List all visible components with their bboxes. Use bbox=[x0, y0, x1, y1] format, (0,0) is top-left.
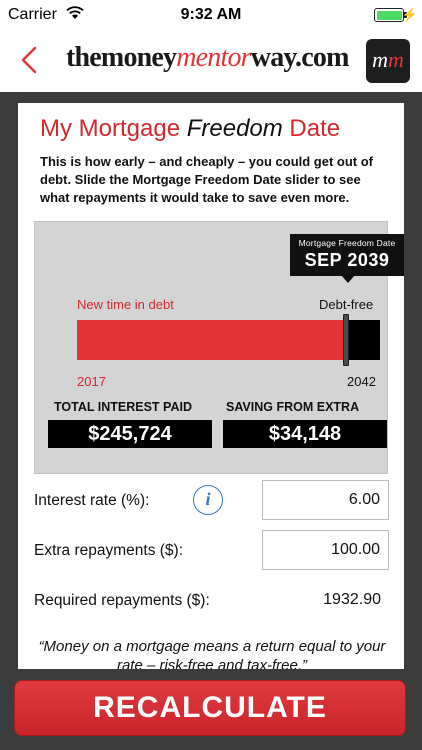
logo-part-2: mentor bbox=[176, 42, 251, 73]
saving-value: $34,148 bbox=[223, 420, 387, 448]
total-interest-label: TOTAL INTEREST PAID bbox=[54, 400, 192, 414]
status-bar: Carrier 9:32 AM ⚡ bbox=[0, 0, 422, 30]
badge-letter-2: m bbox=[388, 47, 404, 72]
title-part-1: My Mortgage bbox=[40, 115, 187, 142]
freedom-date-tooltip: Mortgage Freedom Date SEP 2039 bbox=[290, 234, 404, 276]
debt-free-label: Debt-free bbox=[319, 297, 374, 312]
required-repayments-label: Required repayments ($): bbox=[34, 592, 210, 609]
required-repayments-value: 1932.90 bbox=[323, 591, 381, 608]
total-interest-value: $245,724 bbox=[48, 420, 212, 448]
logo-part-3: way.com bbox=[250, 42, 350, 73]
clock: 9:32 AM bbox=[180, 6, 242, 23]
charging-icon: ⚡ bbox=[401, 7, 418, 22]
extra-repayments-label: Extra repayments ($): bbox=[34, 542, 184, 559]
intro-text: This is how early – and cheaply – you co… bbox=[40, 154, 374, 205]
logo-part-1: themoney bbox=[66, 42, 177, 73]
timeline-panel: Mortgage Freedom Date SEP 2039 New time … bbox=[34, 221, 404, 474]
chevron-left-icon bbox=[21, 46, 37, 74]
time-in-debt-fill bbox=[77, 320, 346, 360]
quote-text: “Money on a mortgage means a return equa… bbox=[38, 638, 386, 669]
interest-rate-label: Interest rate (%): bbox=[34, 492, 150, 509]
title-part-2: Freedom bbox=[186, 115, 283, 142]
extra-repayments-input[interactable] bbox=[262, 530, 389, 570]
freedom-date-card: My Mortgage Freedom Date This is how ear… bbox=[18, 103, 404, 669]
slider-handle[interactable] bbox=[343, 314, 349, 366]
tooltip-caption: Mortgage Freedom Date bbox=[298, 238, 396, 248]
title-part-3: Date bbox=[282, 115, 341, 142]
recalculate-button[interactable]: RECALCULATE bbox=[14, 680, 406, 736]
brand-badge: mm bbox=[366, 39, 410, 83]
nav-bar: themoneymentorway.com mm bbox=[0, 30, 422, 92]
interest-rate-input[interactable] bbox=[262, 480, 389, 520]
saving-label: SAVING FROM EXTRA bbox=[226, 400, 360, 414]
freedom-date-value: SEP 2039 bbox=[304, 250, 390, 270]
page-title: My Mortgage Freedom Date bbox=[40, 115, 340, 143]
end-year: 2042 bbox=[347, 374, 376, 389]
battery-icon bbox=[374, 8, 404, 22]
back-button[interactable] bbox=[16, 42, 46, 78]
badge-letter-1: m bbox=[372, 47, 388, 72]
start-year: 2017 bbox=[77, 374, 106, 389]
new-time-label: New time in debt bbox=[77, 297, 174, 312]
info-icon[interactable]: i bbox=[193, 485, 223, 515]
tooltip-arrow bbox=[341, 275, 355, 283]
freedom-date-slider[interactable] bbox=[77, 314, 380, 366]
brand-logo: themoneymentorway.com bbox=[66, 42, 349, 74]
